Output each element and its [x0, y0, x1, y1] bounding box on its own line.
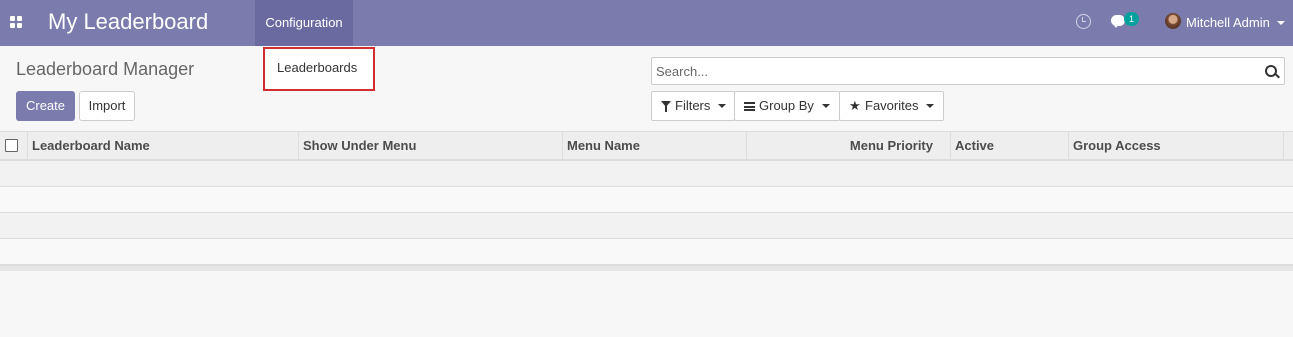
search-input[interactable] [656, 64, 1246, 79]
filter-funnel-icon [661, 101, 671, 112]
search-bar [651, 57, 1285, 85]
group-by-bars-icon [744, 102, 755, 111]
table-row [0, 187, 1293, 213]
breadcrumb: Leaderboard Manager [16, 59, 195, 79]
app-title: My Leaderboard [48, 9, 209, 34]
group-by-caret-icon [822, 104, 830, 108]
column-header-leaderboard-name[interactable]: Leaderboard Name [27, 132, 298, 160]
filters-label: Filters [675, 98, 711, 113]
table-row [0, 239, 1293, 265]
favorites-button[interactable]: ★ Favorites [839, 91, 944, 121]
top-navbar: My Leaderboard Configuration 1 Mitchell … [0, 0, 1293, 46]
column-header-menu-priority[interactable]: Menu Priority [746, 132, 951, 160]
messages-count-badge: 1 [1124, 12, 1139, 26]
user-menu-name[interactable]: Mitchell Admin [1186, 15, 1270, 30]
filters-caret-icon [718, 104, 726, 108]
favorites-label: Favorites [865, 98, 919, 113]
table-footer [0, 265, 1293, 271]
select-all-checkbox[interactable] [5, 139, 18, 152]
column-header-show-under-menu[interactable]: Show Under Menu [298, 132, 563, 160]
user-menu-caret-icon[interactable] [1277, 21, 1285, 25]
menu-configuration[interactable]: Configuration [255, 0, 353, 46]
user-avatar[interactable] [1165, 13, 1181, 29]
column-header-menu-name[interactable]: Menu Name [562, 132, 747, 160]
apps-menu-icon[interactable] [10, 16, 23, 29]
activity-clock-icon[interactable] [1076, 14, 1091, 29]
table-row [0, 213, 1293, 239]
filters-button[interactable]: Filters [651, 91, 735, 121]
column-header-active[interactable]: Active [950, 132, 1069, 160]
create-button[interactable]: Create [16, 91, 75, 121]
favorites-caret-icon [926, 104, 934, 108]
column-header-spacer [1283, 132, 1293, 160]
group-by-label: Group By [759, 98, 814, 113]
group-by-button[interactable]: Group By [734, 91, 840, 121]
messages-icon[interactable] [1111, 15, 1125, 28]
search-icon[interactable] [1265, 65, 1277, 77]
star-icon: ★ [849, 98, 861, 113]
configuration-dropdown: Leaderboards [263, 47, 375, 91]
table-row [0, 161, 1293, 187]
column-header-group-access[interactable]: Group Access [1068, 132, 1284, 160]
table-header: Leaderboard Name Show Under Menu Menu Na… [0, 131, 1293, 161]
import-button[interactable]: Import [79, 91, 135, 121]
dropdown-item-leaderboards[interactable]: Leaderboards [277, 60, 357, 75]
